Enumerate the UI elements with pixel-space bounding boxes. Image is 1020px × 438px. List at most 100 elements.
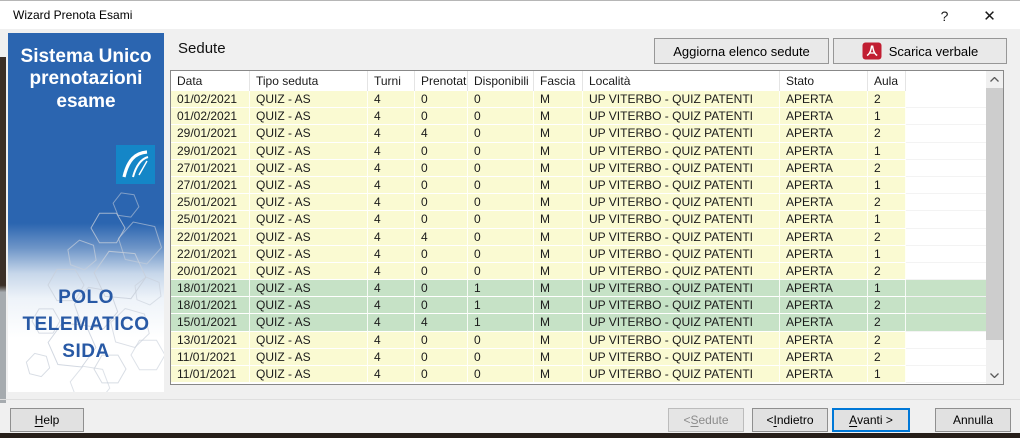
cell-disponibili[interactable]: 1 [468,314,534,331]
cell-prenotati[interactable]: 4 [415,125,468,142]
table-row[interactable]: 01/02/2021QUIZ - AS400MUP VITERBO - QUIZ… [171,108,986,125]
cell-aula[interactable]: 1 [868,177,906,194]
cell-aula[interactable]: 2 [868,229,906,246]
cell-disponibili[interactable]: 0 [468,229,534,246]
cell-data[interactable]: 29/01/2021 [171,143,250,160]
cell-tipo-seduta[interactable]: QUIZ - AS [250,211,368,228]
cell-aula[interactable]: 2 [868,297,906,314]
table-row[interactable]: 25/01/2021QUIZ - AS400MUP VITERBO - QUIZ… [171,194,986,211]
cell-aula[interactable]: 1 [868,246,906,263]
cell-localita[interactable]: UP VITERBO - QUIZ PATENTI [583,125,780,142]
cell-aula[interactable]: 2 [868,349,906,366]
cell-aula[interactable]: 2 [868,263,906,280]
table-row[interactable]: 25/01/2021QUIZ - AS400MUP VITERBO - QUIZ… [171,211,986,228]
column-header-disponibili[interactable]: Disponibili [468,71,534,91]
cell-data[interactable]: 25/01/2021 [171,194,250,211]
cell-aula[interactable]: 1 [868,108,906,125]
cell-disponibili[interactable]: 0 [468,349,534,366]
cell-disponibili[interactable]: 0 [468,125,534,142]
cell-stato[interactable]: APERTA [780,108,868,125]
table-row[interactable]: 01/02/2021QUIZ - AS400MUP VITERBO - QUIZ… [171,91,986,108]
cell-stato[interactable]: APERTA [780,366,868,383]
cell-disponibili[interactable]: 0 [468,211,534,228]
cell-stato[interactable]: APERTA [780,246,868,263]
cell-turni[interactable]: 4 [368,246,415,263]
cell-tipo-seduta[interactable]: QUIZ - AS [250,263,368,280]
window-help-button[interactable]: ? [922,1,967,30]
cell-tipo-seduta[interactable]: QUIZ - AS [250,229,368,246]
cell-localita[interactable]: UP VITERBO - QUIZ PATENTI [583,194,780,211]
cell-disponibili[interactable]: 0 [468,366,534,383]
cancel-button[interactable]: Annulla [935,408,1011,432]
cell-data[interactable]: 18/01/2021 [171,297,250,314]
column-header-turni[interactable]: Turni [368,71,415,91]
cell-stato[interactable]: APERTA [780,263,868,280]
cell-turni[interactable]: 4 [368,108,415,125]
cell-prenotati[interactable]: 0 [415,194,468,211]
scrollbar-thumb[interactable] [986,88,1003,340]
back-button[interactable]: < Indietro [752,408,828,432]
vertical-scrollbar[interactable] [986,71,1003,384]
cell-localita[interactable]: UP VITERBO - QUIZ PATENTI [583,366,780,383]
cell-localita[interactable]: UP VITERBO - QUIZ PATENTI [583,263,780,280]
cell-turni[interactable]: 4 [368,366,415,383]
cell-fascia[interactable]: M [534,108,583,125]
cell-disponibili[interactable]: 0 [468,108,534,125]
cell-prenotati[interactable]: 4 [415,314,468,331]
cell-stato[interactable]: APERTA [780,280,868,297]
cell-aula[interactable]: 1 [868,280,906,297]
cell-localita[interactable]: UP VITERBO - QUIZ PATENTI [583,177,780,194]
cell-disponibili[interactable]: 0 [468,160,534,177]
cell-stato[interactable]: APERTA [780,332,868,349]
cell-prenotati[interactable]: 0 [415,211,468,228]
cell-aula[interactable]: 2 [868,125,906,142]
cell-prenotati[interactable]: 0 [415,246,468,263]
cell-turni[interactable]: 4 [368,229,415,246]
cell-fascia[interactable]: M [534,246,583,263]
cell-turni[interactable]: 4 [368,314,415,331]
cell-disponibili[interactable]: 1 [468,280,534,297]
cell-prenotati[interactable]: 0 [415,263,468,280]
cell-disponibili[interactable]: 0 [468,91,534,108]
cell-disponibili[interactable]: 1 [468,297,534,314]
cell-localita[interactable]: UP VITERBO - QUIZ PATENTI [583,143,780,160]
cell-data[interactable]: 11/01/2021 [171,349,250,366]
table-row[interactable]: 13/01/2021QUIZ - AS400MUP VITERBO - QUIZ… [171,332,986,349]
cell-fascia[interactable]: M [534,332,583,349]
cell-fascia[interactable]: M [534,91,583,108]
cell-stato[interactable]: APERTA [780,349,868,366]
cell-turni[interactable]: 4 [368,194,415,211]
scroll-down-button[interactable] [986,367,1003,384]
cell-disponibili[interactable]: 0 [468,332,534,349]
cell-localita[interactable]: UP VITERBO - QUIZ PATENTI [583,280,780,297]
cell-fascia[interactable]: M [534,177,583,194]
cell-disponibili[interactable]: 0 [468,246,534,263]
column-header-localita[interactable]: Località [583,71,780,91]
cell-prenotati[interactable]: 0 [415,143,468,160]
cell-data[interactable]: 22/01/2021 [171,229,250,246]
cell-stato[interactable]: APERTA [780,297,868,314]
column-header-data[interactable]: Data [171,71,250,91]
cell-data[interactable]: 01/02/2021 [171,108,250,125]
cell-prenotati[interactable]: 0 [415,177,468,194]
cell-aula[interactable]: 2 [868,194,906,211]
cell-tipo-seduta[interactable]: QUIZ - AS [250,280,368,297]
cell-fascia[interactable]: M [534,263,583,280]
cell-prenotati[interactable]: 0 [415,366,468,383]
cell-aula[interactable]: 2 [868,314,906,331]
cell-tipo-seduta[interactable]: QUIZ - AS [250,366,368,383]
cell-localita[interactable]: UP VITERBO - QUIZ PATENTI [583,91,780,108]
table-row[interactable]: 22/01/2021QUIZ - AS400MUP VITERBO - QUIZ… [171,246,986,263]
cell-data[interactable]: 11/01/2021 [171,366,250,383]
table-row[interactable]: 29/01/2021QUIZ - AS400MUP VITERBO - QUIZ… [171,143,986,160]
cell-aula[interactable]: 1 [868,143,906,160]
table-row[interactable]: 11/01/2021QUIZ - AS400MUP VITERBO - QUIZ… [171,366,986,383]
table-row[interactable]: 22/01/2021QUIZ - AS440MUP VITERBO - QUIZ… [171,229,986,246]
cell-stato[interactable]: APERTA [780,211,868,228]
cell-stato[interactable]: APERTA [780,314,868,331]
scroll-up-button[interactable] [986,71,1003,88]
column-header-tipo-seduta[interactable]: Tipo seduta [250,71,368,91]
cell-localita[interactable]: UP VITERBO - QUIZ PATENTI [583,160,780,177]
cell-stato[interactable]: APERTA [780,229,868,246]
cell-aula[interactable]: 2 [868,91,906,108]
